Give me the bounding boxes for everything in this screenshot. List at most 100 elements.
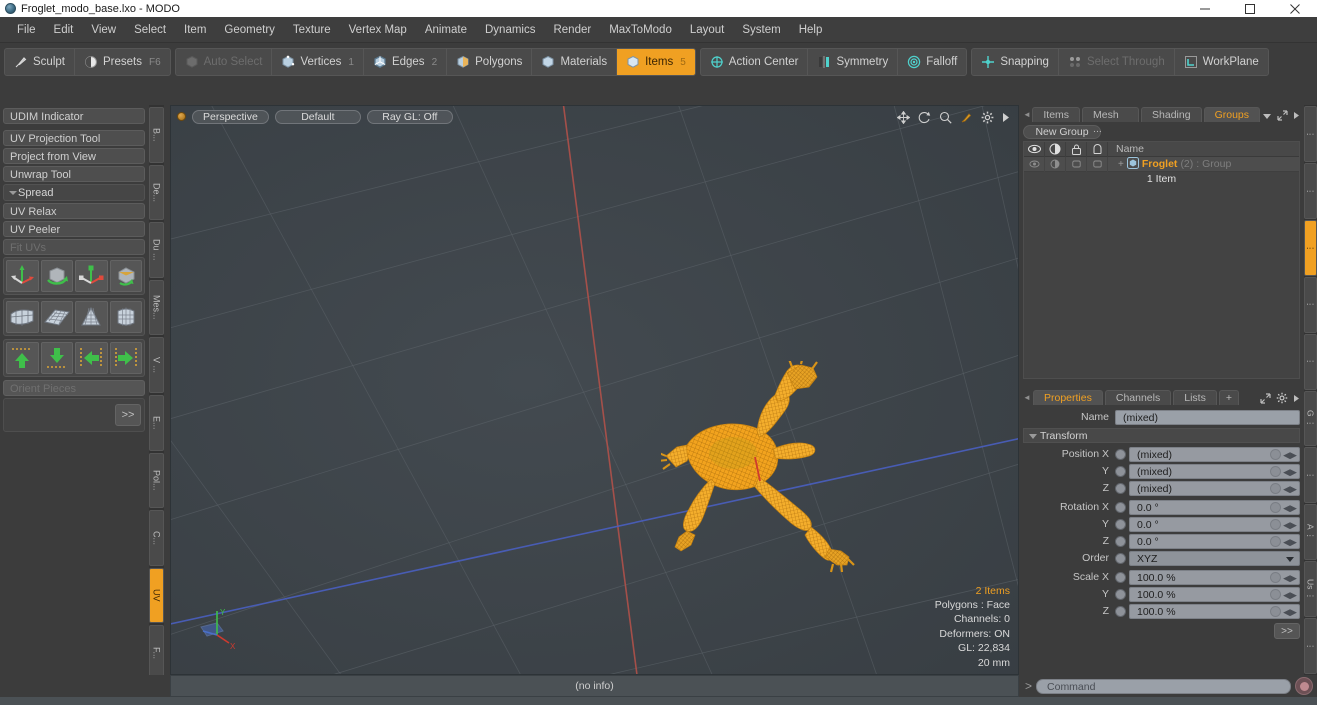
rtab-8[interactable]: A ⋮ xyxy=(1304,504,1317,561)
scale-y-stepper[interactable]: ◀▶ xyxy=(1283,590,1297,601)
expand-icon[interactable] xyxy=(1277,110,1288,121)
chevron-right-icon[interactable] xyxy=(1293,394,1300,403)
action-center-button[interactable]: Action Center xyxy=(701,49,809,75)
record-icon[interactable] xyxy=(1295,677,1313,695)
row-select-toggle[interactable] xyxy=(1087,156,1108,172)
menu-render[interactable]: Render xyxy=(544,21,600,39)
rotation-y-input[interactable]: 0.0 ° ◀▶ xyxy=(1129,516,1300,532)
tab-scroll-left-icon[interactable]: ◄ xyxy=(1023,390,1033,405)
tab-shading[interactable]: Shading xyxy=(1141,107,1202,122)
rotation-y-stepper[interactable]: ◀▶ xyxy=(1283,520,1297,531)
position-z-knob[interactable] xyxy=(1270,482,1281,494)
menu-vertex-map[interactable]: Vertex Map xyxy=(340,21,416,39)
menu-view[interactable]: View xyxy=(82,21,125,39)
chevron-right-icon[interactable] xyxy=(1293,111,1300,120)
vtab-f[interactable]: F... xyxy=(149,625,164,681)
orient-pieces-field[interactable]: Orient Pieces xyxy=(3,380,145,396)
spread-section-header[interactable]: Spread xyxy=(3,184,145,201)
rtab-6[interactable]: G ⋮ xyxy=(1304,390,1317,447)
rotation-x-input[interactable]: 0.0 ° ◀▶ xyxy=(1129,499,1300,515)
tab-lists[interactable]: Lists xyxy=(1173,390,1217,405)
close-button[interactable] xyxy=(1272,0,1317,17)
select-through-button[interactable]: Select Through xyxy=(1059,49,1175,75)
vertices-button[interactable]: Vertices 1 xyxy=(272,49,364,75)
scale-axis-icon[interactable] xyxy=(75,260,108,292)
menu-file[interactable]: File xyxy=(8,21,45,39)
menu-texture[interactable]: Texture xyxy=(284,21,340,39)
uv-peeler-button[interactable]: UV Peeler xyxy=(3,221,145,237)
tab-groups[interactable]: Groups xyxy=(1203,107,1260,122)
rotation-z-channel-toggle[interactable] xyxy=(1115,535,1126,547)
scale-x-stepper[interactable]: ◀▶ xyxy=(1283,573,1297,584)
polygons-button[interactable]: Polygons xyxy=(447,49,533,75)
select-icon[interactable] xyxy=(1087,141,1108,157)
order-channel-toggle[interactable] xyxy=(1115,552,1126,564)
uv-projection-tool-button[interactable]: UV Projection Tool xyxy=(3,130,145,146)
new-group-button[interactable]: New Group xyxy=(1023,125,1101,139)
expand-icon[interactable] xyxy=(1260,392,1271,404)
rtab-1[interactable]: ⋮ xyxy=(1304,106,1317,162)
position-y-channel-toggle[interactable] xyxy=(1115,465,1126,477)
edges-button[interactable]: Edges 2 xyxy=(364,49,448,75)
name-field[interactable]: (mixed) xyxy=(1115,409,1300,425)
settings-gear-icon[interactable] xyxy=(1276,392,1288,404)
position-x-input[interactable]: (mixed) ◀▶ xyxy=(1129,446,1300,462)
position-y-knob[interactable] xyxy=(1270,465,1281,477)
uv-grid-plane-icon[interactable] xyxy=(40,301,73,333)
scale-z-input[interactable]: 100.0 % ◀▶ xyxy=(1129,603,1300,619)
move-axis-icon[interactable] xyxy=(6,260,39,292)
rtab-7[interactable]: ⋮ xyxy=(1304,447,1317,504)
position-z-input[interactable]: (mixed) ◀▶ xyxy=(1129,480,1300,496)
zoom-tool-icon[interactable] xyxy=(939,111,952,124)
vtab-c[interactable]: C... xyxy=(149,510,164,566)
position-x-channel-toggle[interactable] xyxy=(1115,448,1126,460)
presets-button[interactable]: Sculpt Presets F6 xyxy=(75,49,170,75)
uv-relax-button[interactable]: UV Relax xyxy=(3,203,145,219)
rotation-z-knob[interactable] xyxy=(1270,535,1281,547)
row-lock-toggle[interactable] xyxy=(1066,156,1087,172)
row-eye-toggle[interactable] xyxy=(1024,156,1045,172)
vtab-de[interactable]: De... xyxy=(149,164,164,221)
rtab-3[interactable]: ⋮ xyxy=(1304,219,1317,276)
align-down-icon[interactable] xyxy=(40,342,73,374)
rotation-y-knob[interactable] xyxy=(1270,518,1281,530)
rtab-10[interactable]: ⋮ xyxy=(1304,618,1317,675)
position-y-stepper[interactable]: ◀▶ xyxy=(1283,467,1297,478)
uv-cone-icon[interactable] xyxy=(75,301,108,333)
move-tool-icon[interactable] xyxy=(897,111,910,124)
vtab-uv[interactable]: UV xyxy=(149,567,164,624)
eye-icon[interactable] xyxy=(1024,141,1045,157)
menu-dynamics[interactable]: Dynamics xyxy=(476,21,544,39)
table-row[interactable]: + Froglet (2) : Group xyxy=(1024,156,1299,172)
rtab-9[interactable]: Us ⋮ xyxy=(1304,561,1317,618)
scale-z-knob[interactable] xyxy=(1270,605,1281,617)
order-select[interactable]: XYZ xyxy=(1129,550,1300,566)
chevron-right-icon[interactable] xyxy=(1002,112,1010,123)
raygl-dropdown[interactable]: Ray GL: Off xyxy=(366,109,453,124)
menu-select[interactable]: Select xyxy=(125,21,175,39)
menu-item[interactable]: Item xyxy=(175,21,215,39)
rotate-tool-icon[interactable] xyxy=(918,111,931,124)
udim-indicator-button[interactable]: UDIM Indicator xyxy=(3,108,145,124)
workplane-button[interactable]: WorkPlane xyxy=(1175,49,1268,75)
tab-add-button[interactable]: + xyxy=(1218,390,1239,405)
view-mode-dropdown[interactable]: Perspective xyxy=(192,109,269,124)
minimize-button[interactable] xyxy=(1182,0,1227,17)
vtab-du[interactable]: Du ... xyxy=(149,222,164,278)
menu-animate[interactable]: Animate xyxy=(416,21,476,39)
project-from-view-button[interactable]: Project from View xyxy=(3,148,145,164)
position-x-stepper[interactable]: ◀▶ xyxy=(1283,450,1297,461)
rtab-2[interactable]: ⋮ xyxy=(1304,162,1317,219)
tab-properties[interactable]: Properties xyxy=(1033,390,1103,405)
align-up-icon[interactable] xyxy=(6,342,39,374)
expander-icon[interactable]: + xyxy=(1118,159,1124,170)
viewport-menu-dot-icon[interactable] xyxy=(177,112,186,121)
uv-fit-icon[interactable] xyxy=(6,301,39,333)
tab-channels[interactable]: Channels xyxy=(1104,390,1172,405)
menu-system[interactable]: System xyxy=(733,21,789,39)
3d-viewport[interactable]: Perspective Default Ray GL: Off Y X 2 It… xyxy=(170,105,1019,675)
symmetry-button[interactable]: Symmetry xyxy=(808,49,899,75)
menu-maxtomodo[interactable]: MaxToModo xyxy=(600,21,681,39)
scale-x-input[interactable]: 100.0 % ◀▶ xyxy=(1129,569,1300,585)
shading-preset-dropdown[interactable]: Default xyxy=(274,109,361,124)
